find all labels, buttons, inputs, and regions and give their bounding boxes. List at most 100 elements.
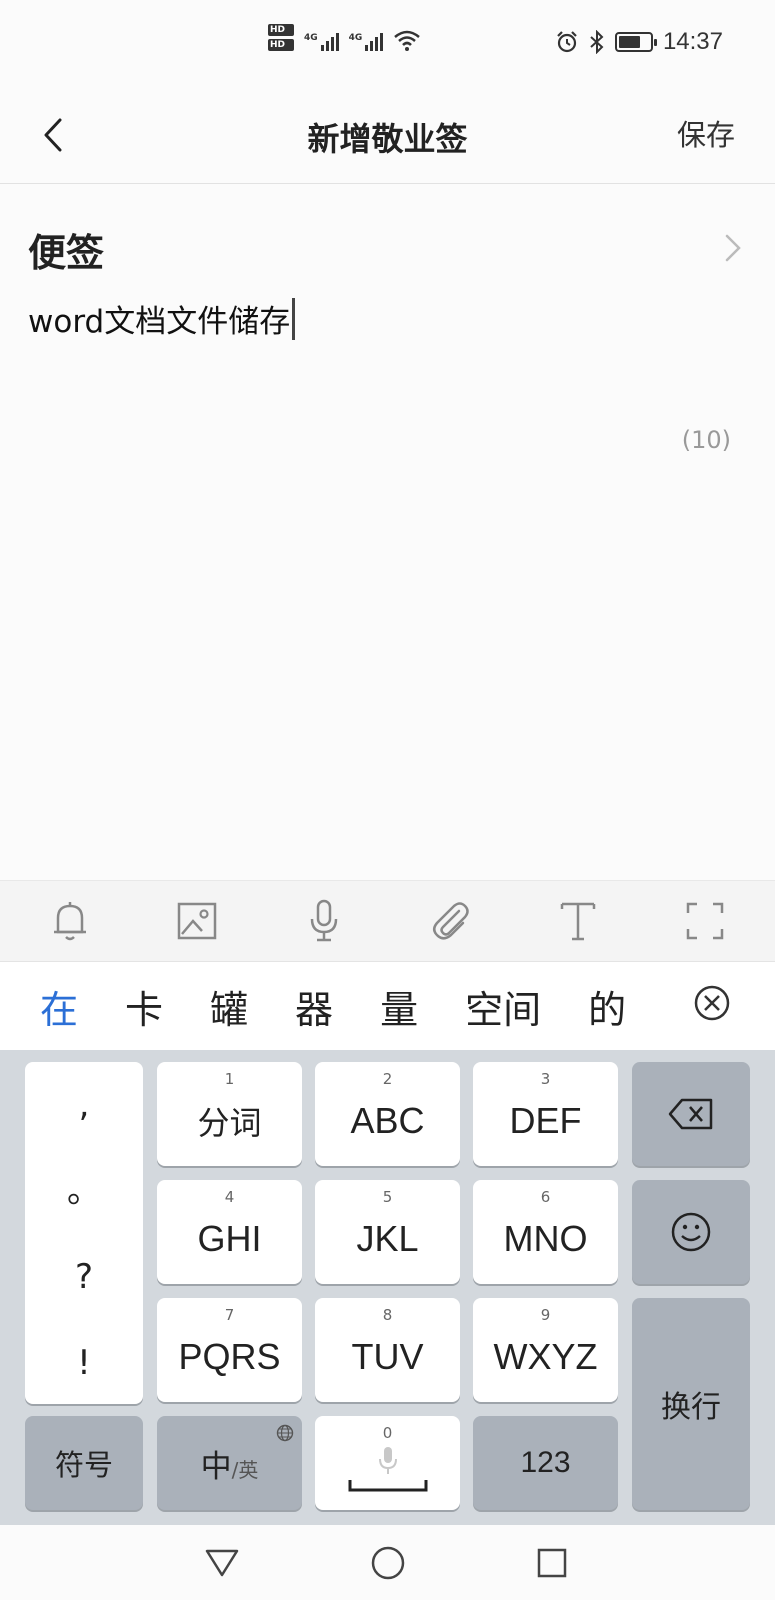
candidate-item[interactable]: 的 [588, 979, 626, 1034]
key-number: 7 [224, 1306, 235, 1324]
emoji-button[interactable] [632, 1180, 750, 1284]
punct-key[interactable]: , [25, 1062, 143, 1148]
network-type-1: 4G [304, 33, 318, 43]
alarm-icon [557, 31, 577, 53]
char-count: (10) [681, 426, 731, 454]
language-switch-button[interactable]: 中 /英 [157, 1416, 302, 1510]
key-label: ABC [350, 1100, 425, 1141]
key-1[interactable]: 1 分词 [157, 1062, 302, 1166]
key-label: TUV [351, 1336, 424, 1377]
key-label: WXYZ [493, 1336, 598, 1377]
signal-icon-1: 4G [304, 33, 339, 51]
status-right: 14:37 [555, 28, 723, 56]
close-circle-icon [694, 985, 730, 1021]
key-label: JKL [356, 1218, 419, 1259]
text-format-button[interactable] [548, 891, 608, 951]
key-2[interactable]: 2 ABC [315, 1062, 460, 1166]
candidate-item[interactable]: 罐 [210, 979, 248, 1034]
nav-recents-button[interactable] [528, 1539, 576, 1587]
key-7[interactable]: 7 PQRS [157, 1298, 302, 1402]
image-icon [177, 902, 216, 940]
key-number: 3 [540, 1070, 551, 1088]
note-category[interactable]: 便签 [28, 222, 104, 277]
key-5[interactable]: 5 JKL [315, 1180, 460, 1284]
network-type-2: 4G [348, 33, 363, 43]
key-3[interactable]: 3 DEF [473, 1062, 618, 1166]
candidate-item[interactable]: 量 [380, 979, 418, 1034]
system-nav-bar [0, 1525, 775, 1600]
punctuation-column: , 。 ? ! [25, 1062, 143, 1404]
lang-main: 中 [200, 1448, 232, 1485]
candidate-item[interactable]: 在 [40, 979, 78, 1034]
globe-icon [276, 1424, 294, 1442]
candidate-item[interactable]: 卡 [125, 979, 163, 1034]
key-label: 分词 [197, 1104, 262, 1142]
key-number: 1 [224, 1070, 235, 1088]
hd-badge-2: HD [268, 39, 294, 51]
key-label: DEF [509, 1100, 582, 1141]
enter-label: 换行 [661, 1390, 721, 1425]
backspace-button[interactable] [632, 1062, 750, 1166]
battery-level [618, 36, 640, 48]
chevron-right-icon [725, 234, 741, 262]
mic-icon [378, 1447, 397, 1474]
fullscreen-icon [687, 902, 724, 940]
hd-badge-1: HD [268, 24, 294, 36]
insert-image-button[interactable] [167, 891, 227, 951]
number-mode-button[interactable]: 123 [473, 1416, 618, 1510]
close-candidates-button[interactable] [693, 984, 731, 1026]
key-6[interactable]: 6 MNO [473, 1180, 618, 1284]
candidate-item[interactable]: 器 [295, 979, 333, 1034]
nav-back-button[interactable] [198, 1539, 246, 1587]
key-4[interactable]: 4 GHI [157, 1180, 302, 1284]
emoji-icon [671, 1212, 711, 1252]
nav-home-button[interactable] [364, 1539, 412, 1587]
backspace-icon [668, 1098, 713, 1130]
keyboard: , 。 ? ! 1 分词 2 ABC 3 DEF 4 GHI 5 JKL 6 M… [0, 1050, 775, 1525]
save-button[interactable]: 保存 [677, 112, 735, 154]
page-title: 新增敬业签 [307, 120, 468, 158]
wifi-icon [394, 30, 421, 51]
lang-sub: /英 [231, 1457, 259, 1482]
note-toolbar [0, 880, 775, 962]
bell-icon [53, 902, 86, 941]
key-label: MNO [503, 1218, 588, 1259]
space-bar-icon [348, 1480, 427, 1492]
attachment-button[interactable] [421, 891, 481, 951]
key-9[interactable]: 9 WXYZ [473, 1298, 618, 1402]
square-recents-icon [537, 1548, 567, 1578]
key-number: 2 [382, 1070, 393, 1088]
key-number: 6 [540, 1188, 551, 1206]
number-mode-label: 123 [520, 1446, 571, 1479]
signal-icon-2: 4G [349, 33, 384, 51]
category-chevron[interactable] [725, 234, 741, 266]
enter-button[interactable]: 换行 [632, 1298, 750, 1510]
key-number: 5 [382, 1188, 393, 1206]
fullscreen-button[interactable] [675, 891, 735, 951]
note-content: word文档文件储存 [28, 304, 291, 340]
status-left: HD HD 4G 4G [268, 24, 421, 51]
candidate-bar: 在 卡 罐 器 量 空间 的 [0, 962, 775, 1050]
note-content-input[interactable]: word文档文件储存 [28, 296, 296, 341]
punct-key[interactable]: ! [25, 1320, 143, 1406]
bluetooth-icon [590, 30, 604, 54]
key-number: 4 [224, 1188, 235, 1206]
battery-icon [614, 32, 657, 52]
voice-input-button[interactable] [294, 891, 354, 951]
hd-indicators: HD HD [268, 24, 294, 51]
lang-label: 中 /英 [201, 1441, 259, 1486]
punct-key[interactable]: 。 [25, 1148, 143, 1234]
reminder-button[interactable] [40, 891, 100, 951]
key-number: 0 [382, 1424, 393, 1442]
clock: 14:37 [662, 28, 723, 55]
text-format-icon [560, 902, 596, 941]
text-caret [292, 297, 296, 340]
key-number: 8 [382, 1306, 393, 1324]
key-number: 9 [540, 1306, 551, 1324]
candidate-item[interactable]: 空间 [465, 979, 541, 1034]
key-8[interactable]: 8 TUV [315, 1298, 460, 1402]
punct-key[interactable]: ? [25, 1234, 143, 1320]
symbol-button[interactable]: 符号 [25, 1416, 143, 1510]
space-button[interactable]: 0 [315, 1416, 460, 1510]
status-bar: HD HD 4G 4G 14:37 [0, 0, 775, 88]
